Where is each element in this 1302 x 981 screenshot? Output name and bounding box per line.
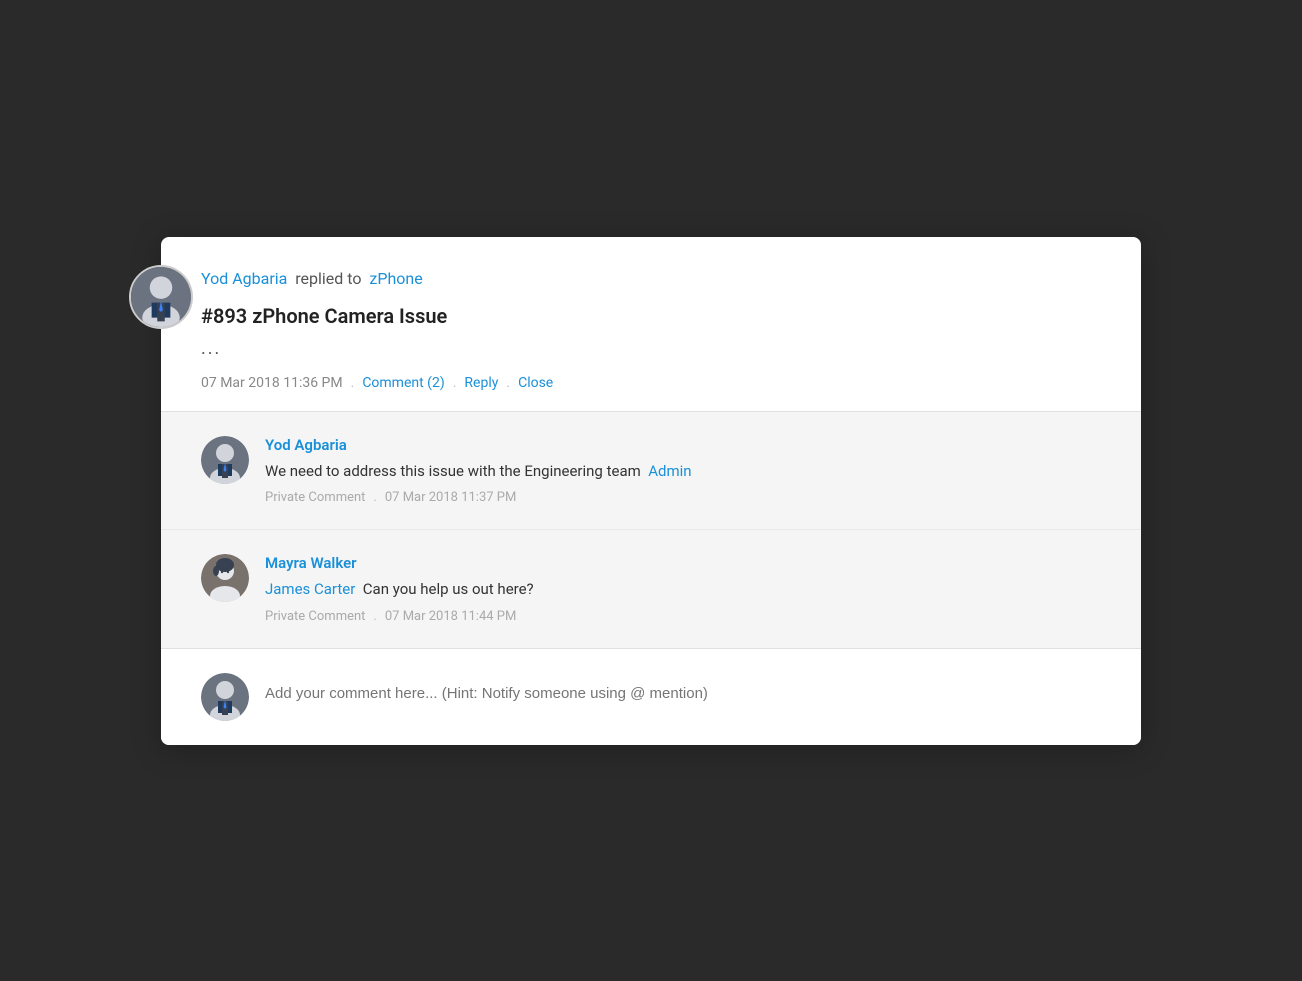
meta-dot-1: . bbox=[351, 375, 355, 391]
commenter-name-1: Yod Agbaria bbox=[265, 436, 1101, 454]
comment-text-2: James Carter Can you help us out here? bbox=[265, 578, 1101, 601]
comment-timestamp-1: 07 Mar 2018 11:37 PM bbox=[385, 490, 517, 505]
comment-privacy-1: Private Comment bbox=[265, 490, 365, 505]
reply-link[interactable]: Reply bbox=[464, 375, 498, 391]
comment-dot-1: . bbox=[373, 490, 376, 505]
user-name-link[interactable]: Yod Agbaria bbox=[201, 269, 287, 288]
comment-mention-1[interactable]: Admin bbox=[648, 462, 691, 480]
comment-item-2: Mayra Walker James Carter Can you help u… bbox=[161, 530, 1141, 648]
header-timestamp: 07 Mar 2018 11:36 PM bbox=[201, 375, 343, 391]
meta-dot-2: . bbox=[453, 375, 457, 391]
comment-privacy-2: Private Comment bbox=[265, 609, 365, 624]
close-link[interactable]: Close bbox=[518, 375, 553, 391]
main-card: Yod Agbaria replied to zPhone #893 zPhon… bbox=[161, 237, 1141, 745]
replied-prefix: replied to bbox=[295, 269, 361, 288]
meta-line: 07 Mar 2018 11:36 PM . Comment (2) . Rep… bbox=[201, 375, 1101, 391]
comments-section: Yod Agbaria We need to address this issu… bbox=[161, 411, 1141, 648]
comment-link[interactable]: Comment (2) bbox=[362, 375, 444, 391]
meta-dot-3: . bbox=[506, 375, 510, 391]
input-area bbox=[161, 648, 1141, 745]
comment-timestamp-2: 07 Mar 2018 11:44 PM bbox=[385, 609, 517, 624]
card-header: Yod Agbaria replied to zPhone #893 zPhon… bbox=[161, 237, 1141, 411]
replied-to-link[interactable]: zPhone bbox=[369, 269, 422, 288]
comment-mention-2[interactable]: James Carter bbox=[265, 580, 355, 598]
comment-avatar-2 bbox=[201, 554, 249, 602]
replied-line: Yod Agbaria replied to zPhone bbox=[201, 269, 1101, 288]
ellipsis-text: ... bbox=[201, 338, 1101, 359]
comment-input[interactable] bbox=[265, 673, 1101, 714]
comment-meta-2: Private Comment . 07 Mar 2018 11:44 PM bbox=[265, 609, 1101, 624]
comment-suffix-2: Can you help us out here? bbox=[363, 580, 534, 598]
comment-text-1: We need to address this issue with the E… bbox=[265, 460, 1101, 483]
comment-item-1: Yod Agbaria We need to address this issu… bbox=[161, 412, 1141, 531]
comment-prefix-1: We need to address this issue with the E… bbox=[265, 462, 641, 480]
comment-meta-1: Private Comment . 07 Mar 2018 11:37 PM bbox=[265, 490, 1101, 505]
commenter-name-2: Mayra Walker bbox=[265, 554, 1101, 572]
comment-body-2: Mayra Walker James Carter Can you help u… bbox=[265, 554, 1101, 624]
comment-avatar-1 bbox=[201, 436, 249, 484]
outer-avatar bbox=[129, 265, 193, 329]
input-avatar bbox=[201, 673, 249, 721]
comment-body-1: Yod Agbaria We need to address this issu… bbox=[265, 436, 1101, 506]
ticket-title: #893 zPhone Camera Issue bbox=[201, 304, 1101, 328]
comment-dot-2: . bbox=[373, 609, 376, 624]
